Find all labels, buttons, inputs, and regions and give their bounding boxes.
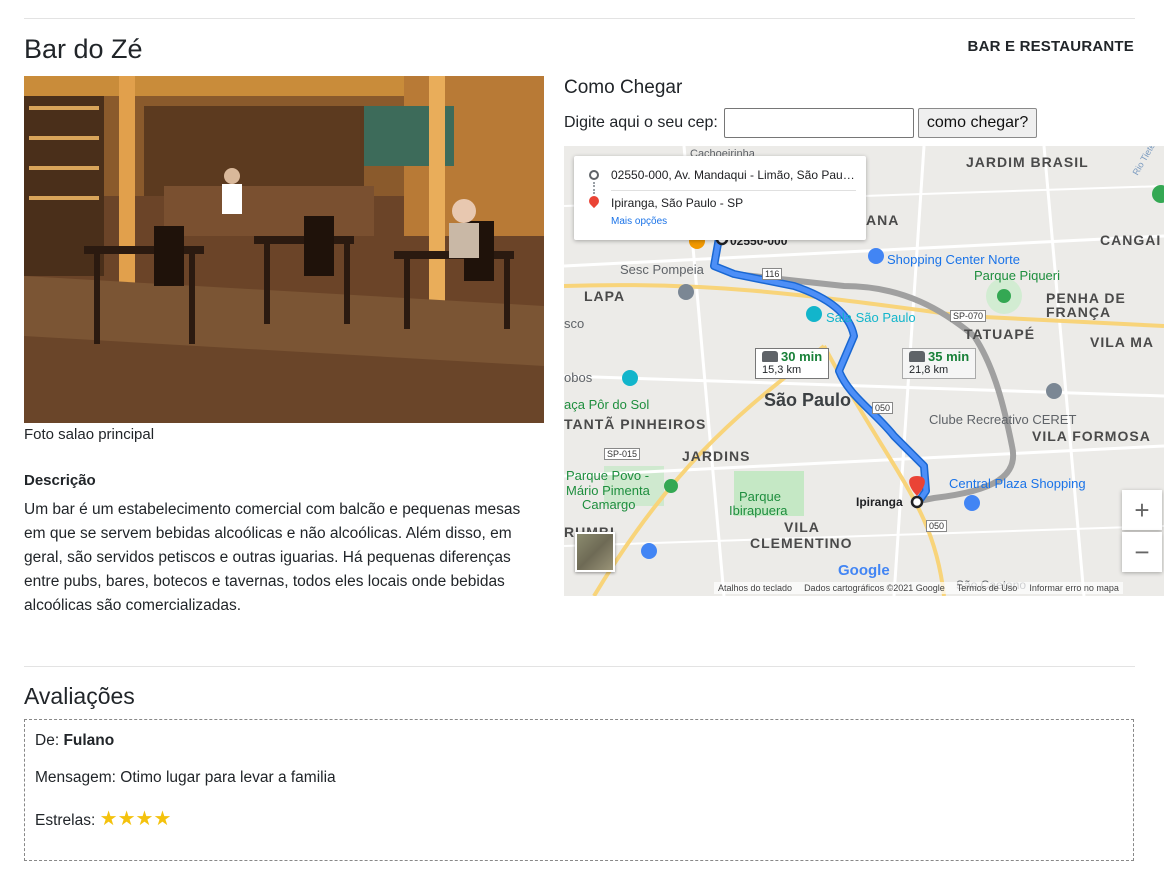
description-heading: Descrição xyxy=(24,472,96,489)
road-050b: 050 xyxy=(926,520,948,532)
map-label-jardim-brasil: JARDIM BRASIL xyxy=(966,154,1089,170)
route-main-badge[interactable]: 30 min 15,3 km xyxy=(755,348,830,379)
route-alt-time: 35 min xyxy=(928,349,970,364)
map-label-franca: FRANÇA xyxy=(1046,304,1112,320)
map-label-parque-povo: Parque Povo - xyxy=(566,468,650,483)
category-label: BAR E RESTAURANTE xyxy=(967,38,1134,55)
route-dots-icon xyxy=(593,182,595,194)
directions-destination: Ipiranga, São Paulo - SP xyxy=(611,196,744,210)
destination-pin-icon xyxy=(586,193,602,209)
map-label-sao-paulo: São Paulo xyxy=(764,390,852,410)
review-stars-row: Estrelas: ★★★★ xyxy=(35,806,1123,831)
road-116: 116 xyxy=(762,268,783,280)
directions-origin: 02550-000, Av. Mandaqui - Limão, São Pau… xyxy=(611,168,856,182)
review-message: Otimo lugar para levar a familia xyxy=(120,769,336,786)
map-label-vila-formosa: VILA FORMOSA xyxy=(1032,428,1151,444)
road-sp015: SP-015 xyxy=(604,448,641,460)
zoom-in-button[interactable]: + xyxy=(1122,490,1162,530)
map-label-central-plaza: Central Plaza Shopping xyxy=(949,476,1086,491)
review-message-label: Mensagem: xyxy=(35,769,116,786)
map-label-parque-piqueri: Parque Piqueri xyxy=(974,268,1060,283)
map-label-pinheiros: TANTÃ PINHEIROS xyxy=(564,416,707,432)
star-icon: ★ xyxy=(99,808,118,830)
map-label-jardins: JARDINS xyxy=(682,448,751,464)
restaurant-photo xyxy=(24,76,544,423)
road-050a: 050 xyxy=(872,402,894,414)
review-author-row: De: Fulano xyxy=(35,732,1123,750)
review-stars-label: Estrelas: xyxy=(35,812,96,829)
report-error-link[interactable]: Informar erro no mapa xyxy=(1029,583,1119,593)
directions-panel[interactable]: 02550-000, Av. Mandaqui - Limão, São Pau… xyxy=(574,156,866,240)
reviews-divider xyxy=(24,666,1135,667)
route-alt-distance: 21,8 km xyxy=(909,364,949,376)
route-map[interactable]: Cachoeirinha Rio Tietê JARDIM BRASIL ANA… xyxy=(564,146,1164,596)
photo-caption: Foto salao principal xyxy=(24,426,155,443)
map-label-parque-ibirapuera-1: Parque xyxy=(739,489,781,504)
review-stars: ★★★★ xyxy=(100,808,172,830)
reviews-heading: Avaliações xyxy=(24,683,135,709)
cep-input[interactable] xyxy=(723,108,914,138)
star-icon: ★ xyxy=(117,808,136,830)
star-icon: ★ xyxy=(135,808,154,830)
top-divider xyxy=(24,18,1135,19)
map-label-ana: ANA xyxy=(866,212,900,228)
origin-dot-icon xyxy=(589,170,599,180)
google-logo: Google xyxy=(838,562,890,579)
terms-link[interactable]: Termos de Uso xyxy=(957,583,1018,593)
map-label-parque-ibirapuera-2: Ibirapuera xyxy=(729,503,788,518)
map-footer: Atalhos do teclado Dados cartográficos ©… xyxy=(714,582,1123,594)
map-label-lobos: obos xyxy=(564,370,593,385)
map-label-ipiranga: Ipiranga xyxy=(856,495,903,509)
page-title: Bar do Zé xyxy=(24,34,143,64)
map-label-sala-sp: Sala São Paulo xyxy=(826,310,916,325)
map-data-text: Dados cartográficos ©2021 Google xyxy=(804,583,945,593)
map-label-vila-ma: VILA MA xyxy=(1090,334,1155,350)
directions-separator xyxy=(611,190,856,191)
map-label-sesc: Sesc Pompeia xyxy=(620,262,704,277)
map-label-tatuape: TATUAPÉ xyxy=(964,326,1036,342)
cep-label: Digite aqui o seu cep: xyxy=(564,114,718,131)
map-label-sco: sco xyxy=(564,316,585,331)
route-main-distance: 15,3 km xyxy=(762,364,802,376)
map-label-shopping-norte: Shopping Center Norte xyxy=(887,252,1020,267)
route-alt-badge[interactable]: 35 min 21,8 km xyxy=(902,348,977,379)
review-author: Fulano xyxy=(63,732,115,749)
directions-button[interactable]: como chegar? xyxy=(917,108,1038,138)
description-text: Um bar é um estabelecimento comercial co… xyxy=(24,501,521,614)
map-label-lapa: LAPA xyxy=(584,288,626,304)
car-icon xyxy=(909,351,925,362)
map-label-vila-clementino-2: CLEMENTINO xyxy=(750,535,853,551)
zoom-out-button[interactable]: − xyxy=(1122,532,1162,572)
satellite-toggle[interactable] xyxy=(575,532,615,572)
review-card: De: Fulano Mensagem: Otimo lugar para le… xyxy=(24,719,1134,861)
map-label-por-do-sol: aça Pôr do Sol xyxy=(564,397,650,412)
map-label-clube: Clube Recreativo CERET xyxy=(929,412,1077,427)
map-label-vila-clementino-1: VILA xyxy=(784,519,820,535)
keyboard-shortcuts-link[interactable]: Atalhos do teclado xyxy=(718,583,792,593)
map-label-camargo: Camargo xyxy=(582,497,636,512)
more-options-link[interactable]: Mais opções xyxy=(611,216,667,227)
review-message-row: Mensagem: Otimo lugar para levar a famil… xyxy=(35,769,1123,787)
review-from-label: De: xyxy=(35,732,60,749)
map-label-mario: Mário Pimenta xyxy=(566,483,650,498)
cep-form: Digite aqui o seu cep: como chegar? xyxy=(564,108,1038,138)
star-icon: ★ xyxy=(153,808,172,830)
map-label-cangaiba: CANGAI xyxy=(1100,232,1162,248)
car-icon xyxy=(762,351,778,362)
directions-heading: Como Chegar xyxy=(564,77,683,98)
route-main-time: 30 min xyxy=(781,349,823,364)
road-sp070: SP-070 xyxy=(950,310,987,322)
